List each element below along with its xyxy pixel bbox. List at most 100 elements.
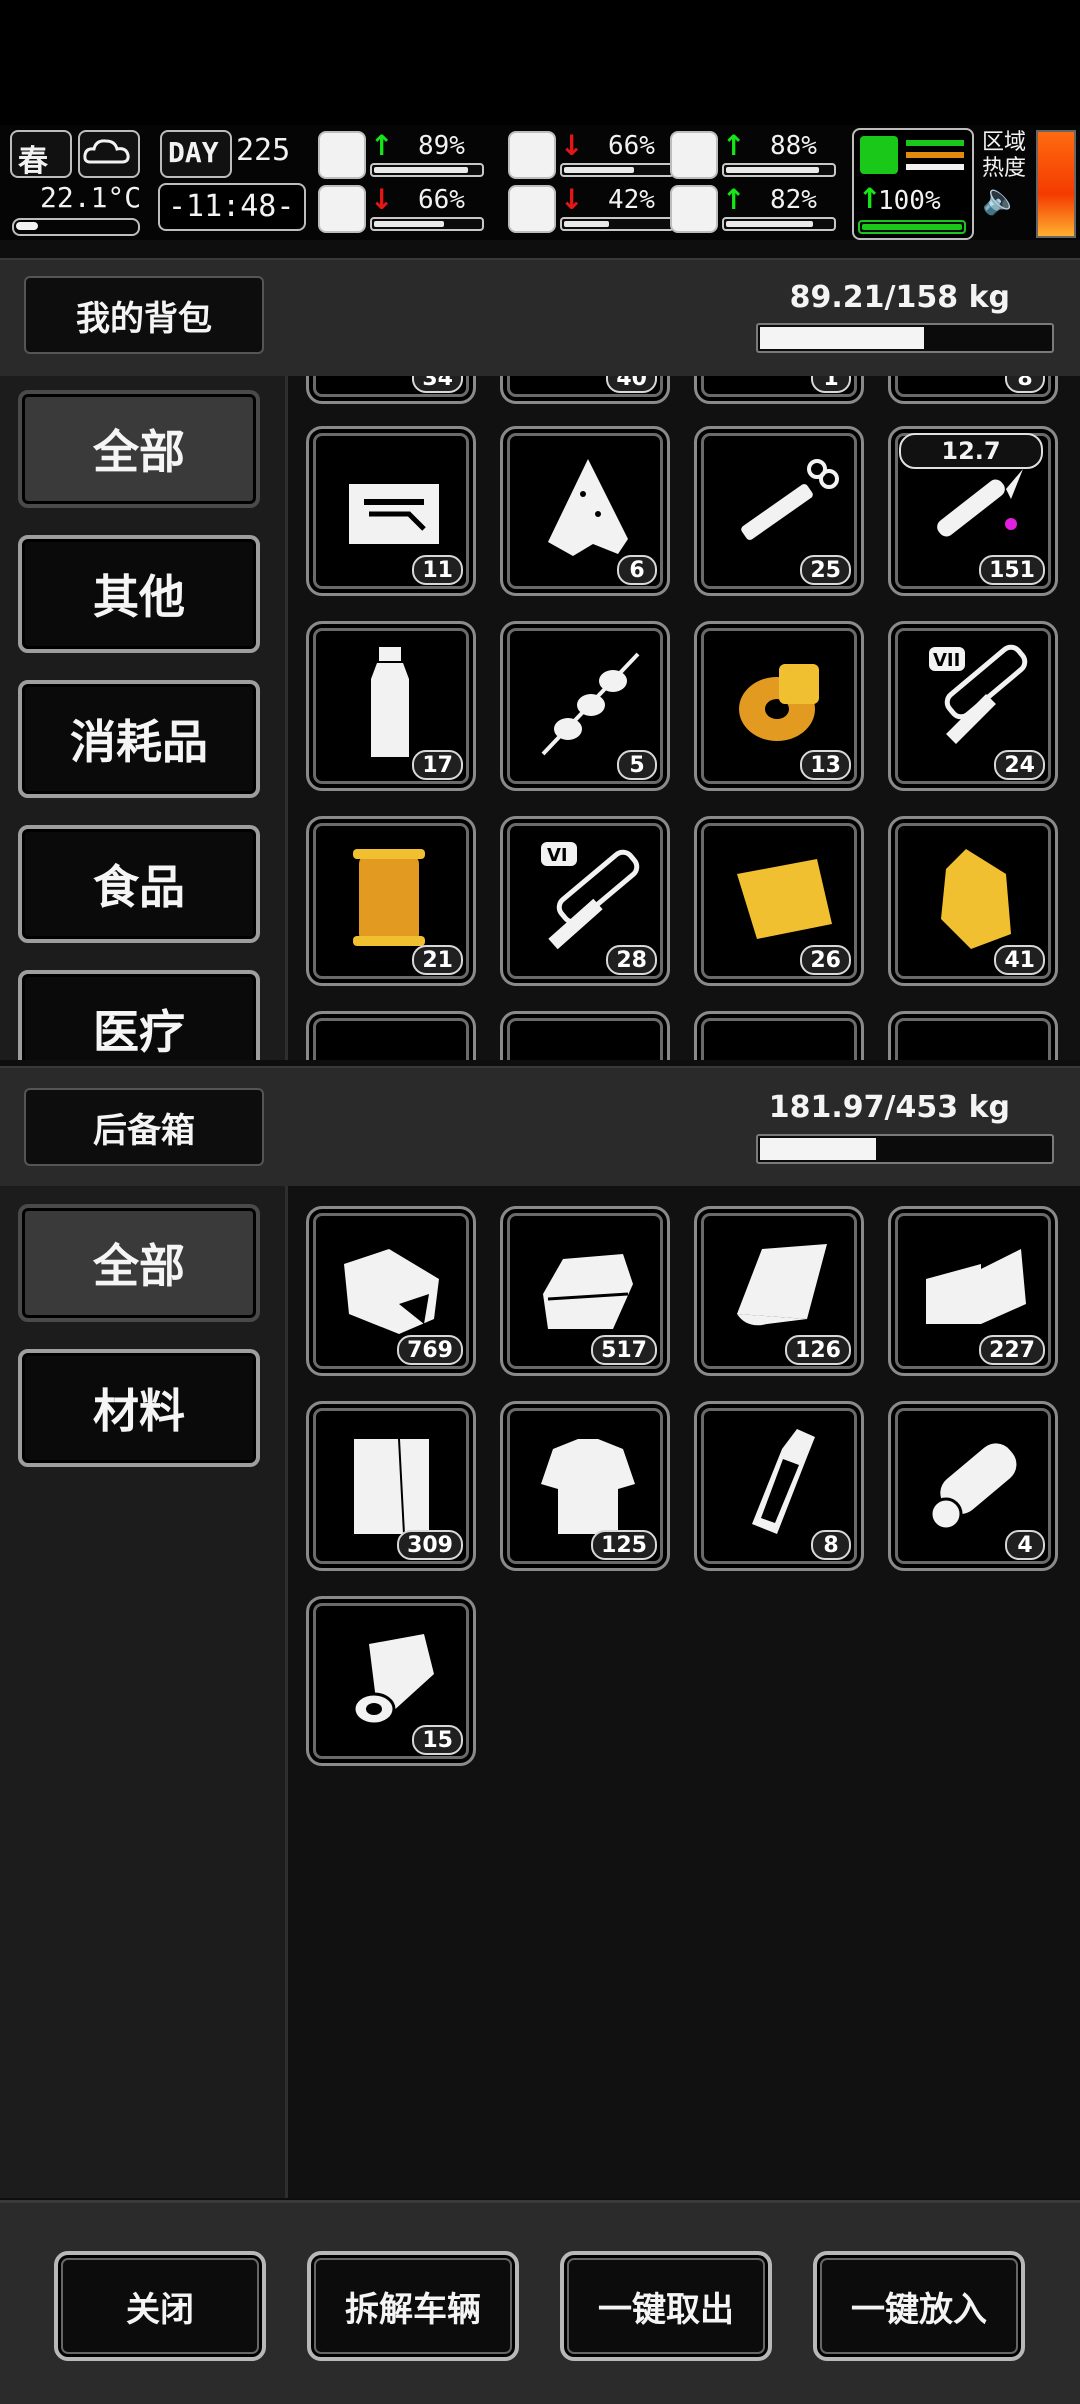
item-count: 1	[811, 376, 851, 393]
put-all-button[interactable]: 一键放入	[813, 2251, 1025, 2361]
backpack-item-slot[interactable]: 1	[694, 376, 864, 404]
temperature-readout: 22.1°C	[40, 181, 142, 214]
trunk-item-slot[interactable]: 4	[888, 1401, 1058, 1571]
item-count: 41	[994, 945, 1045, 975]
item-count: 125	[591, 1530, 657, 1560]
backpack-category-4[interactable]: 医疗	[18, 970, 260, 1060]
item-count: 5	[617, 750, 657, 780]
stamina-value: 100%	[878, 186, 941, 216]
backpack-category-3[interactable]: 食品	[18, 825, 260, 943]
stomach-trend-down-icon: ↓	[560, 129, 584, 162]
backpack-item-slot[interactable]: 34	[306, 376, 476, 404]
backpack-item-slot[interactable]: 5	[500, 621, 670, 791]
backpack-item-slot[interactable]	[888, 1011, 1058, 1060]
trunk-category-sidebar: 全部 材料	[0, 1186, 288, 2198]
backpack-item-slot[interactable]: 25	[694, 426, 864, 596]
armor-bar	[722, 163, 836, 177]
season-label: 春	[18, 144, 48, 179]
item-count: 34	[412, 376, 463, 393]
backpack-item-slot[interactable]: VI 28	[500, 816, 670, 986]
trunk-category-0[interactable]: 全部	[18, 1204, 260, 1322]
item-count: 309	[397, 1530, 463, 1560]
take-all-button[interactable]: 一键取出	[560, 2251, 772, 2361]
armor-value: 88%	[770, 131, 817, 161]
system-status-area	[0, 0, 1080, 125]
trunk-item-slot[interactable]: 125	[500, 1401, 670, 1571]
food-value: 66%	[418, 185, 465, 215]
backpack-item-slot[interactable]: 21	[306, 816, 476, 986]
armor-icon	[670, 131, 718, 179]
food-icon	[318, 185, 366, 233]
action-bar: 关闭 拆解车辆 一键取出 一键放入	[0, 2200, 1080, 2404]
water-icon	[508, 185, 556, 233]
backpack-item-slot[interactable]: 17	[306, 621, 476, 791]
day-label: DAY	[168, 136, 219, 169]
trunk-item-slot[interactable]: 15	[306, 1596, 476, 1766]
item-count: 126	[785, 1335, 851, 1365]
trunk-item-slot[interactable]: 517	[500, 1206, 670, 1376]
trunk-title: 后备箱	[24, 1088, 264, 1166]
trunk-item-slot[interactable]: 126	[694, 1206, 864, 1376]
item-count: 151	[979, 555, 1045, 585]
zone-heat-panel[interactable]: 区域 热度 🔈	[982, 130, 1038, 234]
backpack-item-slot[interactable]: 26	[694, 816, 864, 986]
stomach-bar	[560, 163, 674, 177]
trunk-item-slot[interactable]: 227	[888, 1206, 1058, 1376]
backpack-header: 我的背包 89.21/158 kg	[0, 258, 1080, 378]
item-count: 17	[412, 750, 463, 780]
backpack-item-slot[interactable]: 40	[500, 376, 670, 404]
stamina-bar	[858, 220, 966, 234]
backpack-item-grid[interactable]: 34 40 1 8 11 6 25 12.7 151 17 5 13 VII 24 21 VI 28 26 41	[288, 376, 1080, 1060]
health-icon	[318, 131, 366, 179]
hud-bar: 春 22.1°C DAY 225 -11:48- ↑ 89% ↓ 66% ↑ 88% ↓ 66…	[0, 125, 1080, 240]
backpack-item-slot[interactable]: 8	[888, 376, 1058, 404]
backpack-category-2[interactable]: 消耗品	[18, 680, 260, 798]
zone-label: 区域	[982, 130, 1027, 155]
backpack-category-0[interactable]: 全部	[18, 390, 260, 508]
heat-label: 热度	[982, 156, 1027, 181]
trunk-item-grid[interactable]: 769 517 126 227 309 125 8 4 15	[288, 1186, 1080, 2198]
health-bar	[370, 163, 484, 177]
backpack-item-slot[interactable]: 13	[694, 621, 864, 791]
day-number: 225	[236, 133, 291, 168]
item-count: 13	[800, 750, 851, 780]
item-count: 4	[1005, 1530, 1045, 1560]
trunk-item-slot[interactable]: 769	[306, 1206, 476, 1376]
backpack-item-slot[interactable]	[694, 1011, 864, 1060]
backpack-weight: 89.21/158 kg	[789, 280, 1010, 315]
heart-icon	[670, 185, 718, 233]
trunk-weight-bar	[756, 1134, 1054, 1164]
item-count: 40	[606, 376, 657, 393]
close-button[interactable]: 关闭	[54, 2251, 266, 2361]
trunk-weight: 181.97/453 kg	[768, 1090, 1010, 1125]
backpack-item-slot[interactable]	[306, 1011, 476, 1060]
svg-text:VI: VI	[547, 845, 568, 866]
backpack-item-slot[interactable]: VII 24	[888, 621, 1058, 791]
heart-trend-up-icon: ↑	[722, 183, 746, 216]
backpack-item-slot[interactable]: 11	[306, 426, 476, 596]
trunk-item-slot[interactable]: 309	[306, 1401, 476, 1571]
heart-value: 82%	[770, 185, 817, 215]
food-trend-down-icon: ↓	[370, 183, 394, 216]
day-box: DAY	[160, 130, 232, 178]
speaker-icon[interactable]: 🔈	[982, 182, 1038, 218]
item-count: 25	[800, 555, 851, 585]
backpack-category-1[interactable]: 其他	[18, 535, 260, 653]
weather-cloud-icon	[78, 130, 140, 178]
season-box: 春	[10, 130, 72, 179]
backpack-item-slot[interactable]: 12.7 151	[888, 426, 1058, 596]
item-count: 8	[811, 1530, 851, 1560]
ammo-caliber-tag: 12.7	[899, 433, 1043, 469]
dismantle-vehicle-button[interactable]: 拆解车辆	[307, 2251, 519, 2361]
stomach-value: 66%	[608, 131, 655, 161]
clock-box: -11:48-	[158, 183, 306, 231]
health-value: 89%	[418, 131, 465, 161]
backpack-item-slot[interactable]	[500, 1011, 670, 1060]
water-trend-down-icon: ↓	[560, 183, 584, 216]
backpack-item-slot[interactable]: 6	[500, 426, 670, 596]
trunk-item-slot[interactable]: 8	[694, 1401, 864, 1571]
stamina-box: ↑ 100%	[852, 128, 974, 240]
item-count: 24	[994, 750, 1045, 780]
trunk-category-1[interactable]: 材料	[18, 1349, 260, 1467]
backpack-item-slot[interactable]: 41	[888, 816, 1058, 986]
